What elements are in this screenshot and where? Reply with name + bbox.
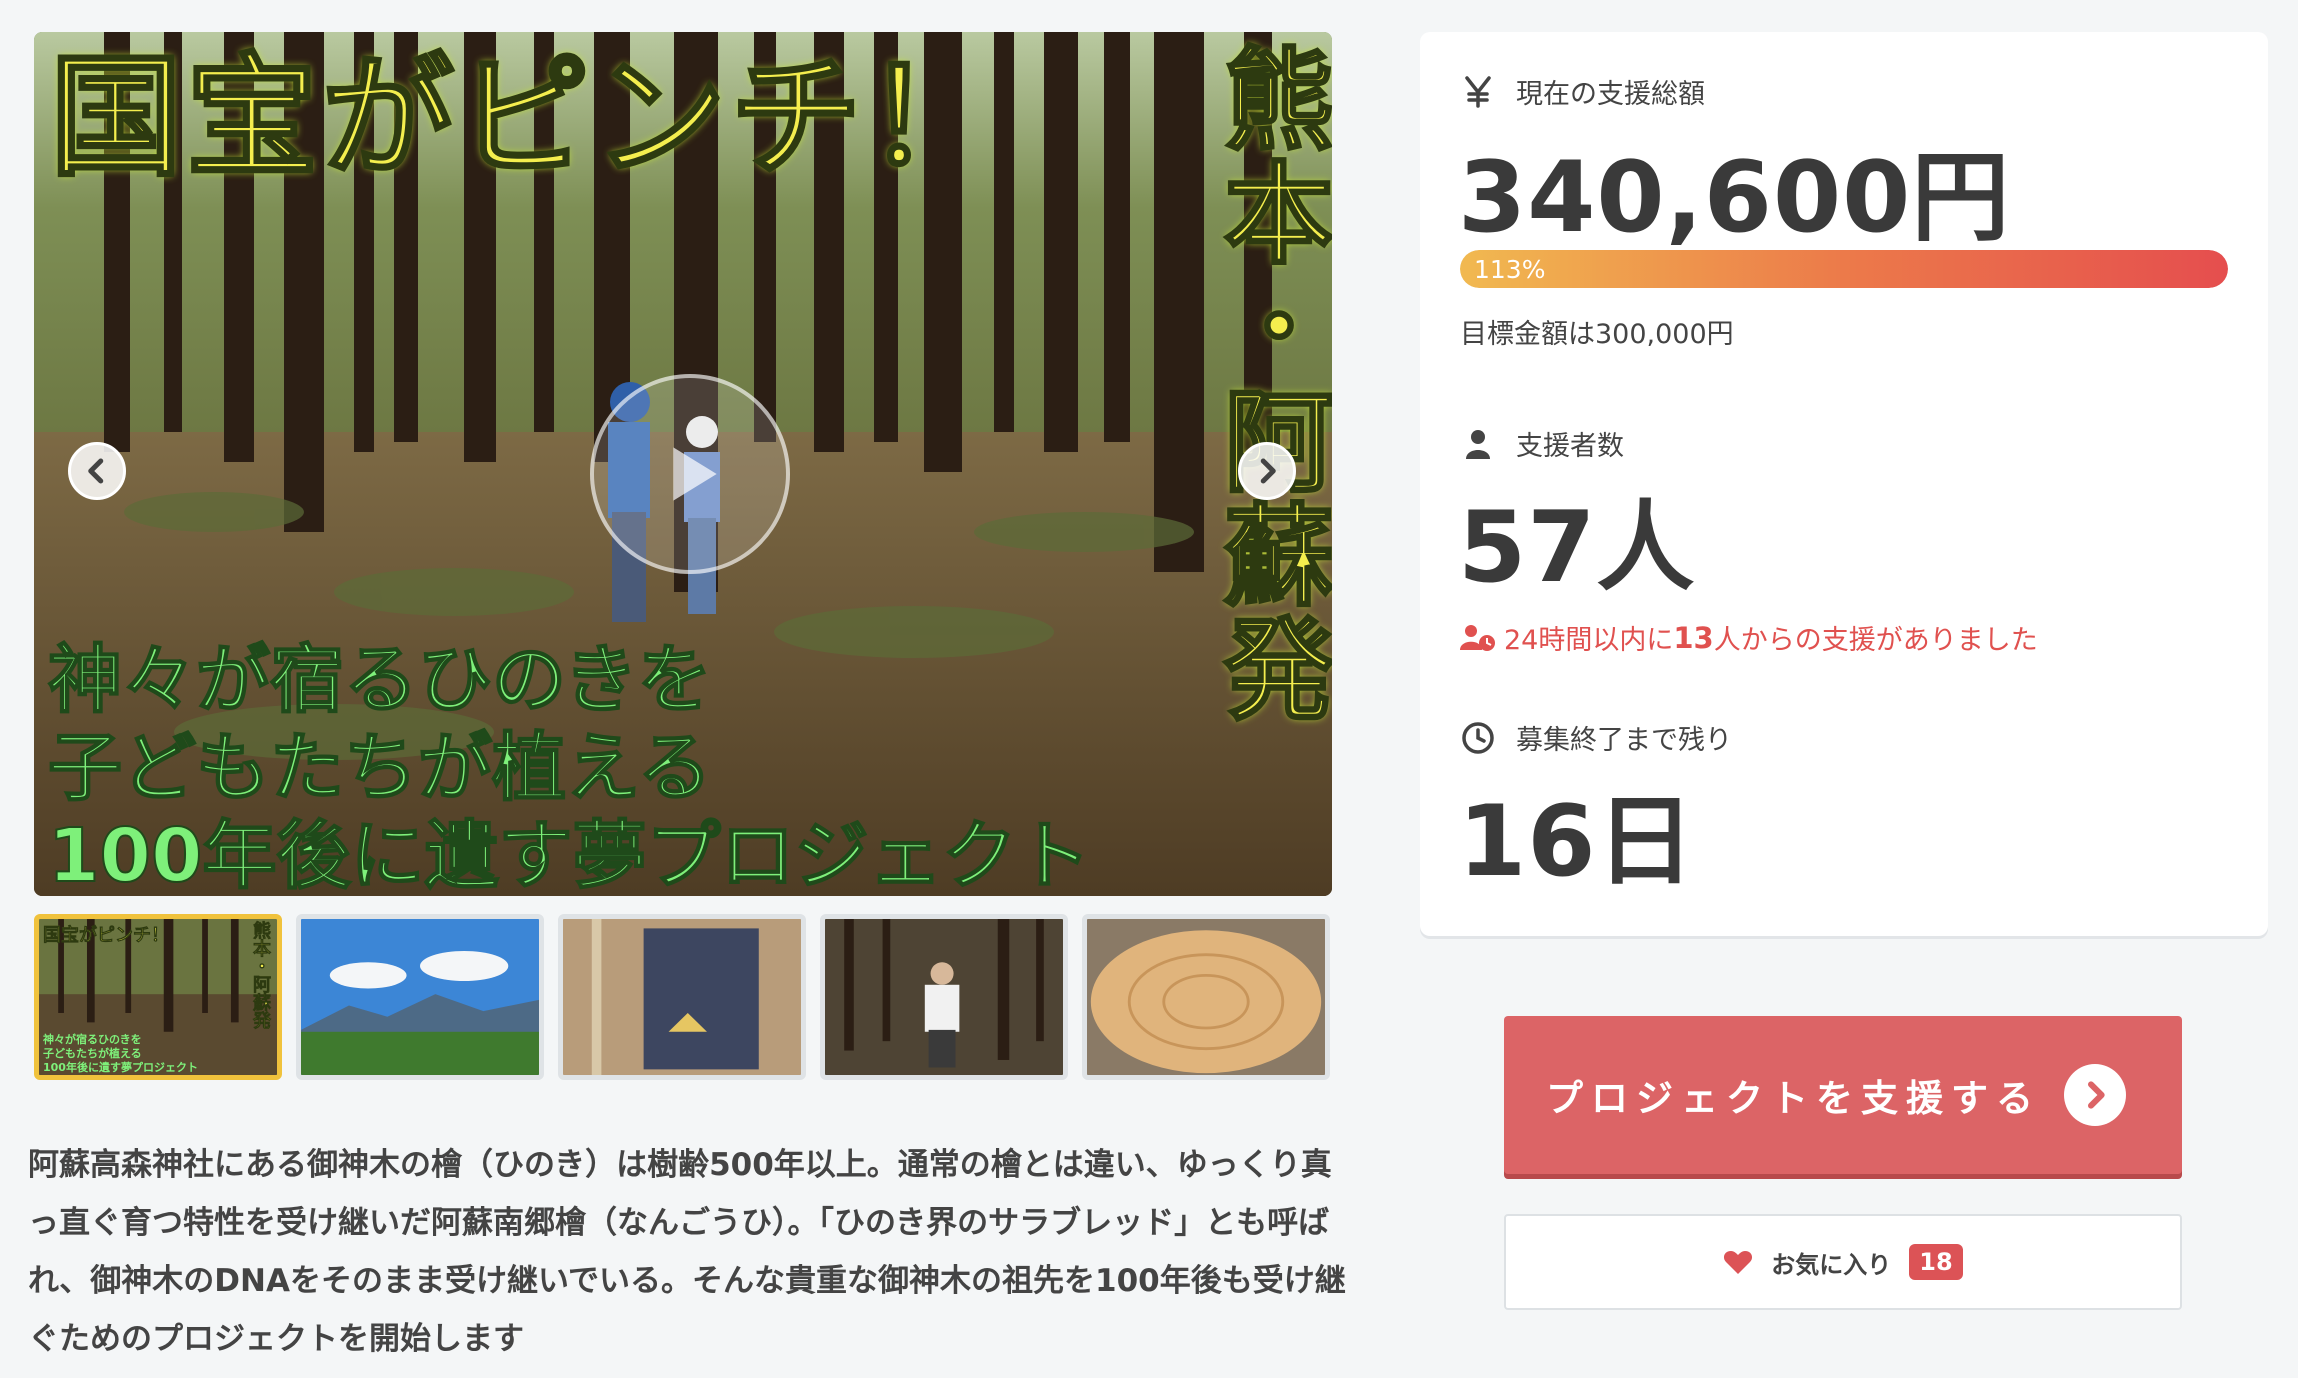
thumbnail-4[interactable] (820, 914, 1068, 1080)
chevron-right-circle-icon (2064, 1064, 2126, 1126)
total-funding-label-text: 現在の支援総額 (1516, 79, 1705, 110)
heart-icon (1724, 1251, 1753, 1274)
chevron-left-icon (88, 458, 104, 484)
thumbnail-vertical-title: 熊本・阿蘇発 (250, 921, 272, 1030)
funding-goal: 目標金額は300,000円 (1460, 319, 1734, 350)
remaining-time-value: 16日 (1458, 785, 1696, 899)
supporters-label: 支援者数 (1460, 424, 1624, 463)
supporters-label-text: 支援者数 (1516, 431, 1624, 462)
thumbnail-subtitle-line: 神々が宿るひのきを (43, 1033, 142, 1046)
play-icon (673, 447, 717, 501)
chevron-right-icon (1260, 458, 1276, 484)
favorite-button[interactable]: お気に入り 18 (1504, 1214, 2182, 1310)
total-funding-value: 340,600円 (1458, 141, 2011, 255)
play-video-button[interactable] (590, 374, 790, 574)
funding-progress-fill: 113% (1460, 250, 2228, 288)
hero-title: 国宝がピンチ！ (49, 41, 1002, 195)
thumbnail-subtitle-line: 子どもたちが植える (43, 1047, 142, 1060)
hero-subtitle: 神々が宿るひのきを 子どもたちが植える 100年後に遺す夢プロジェクト (47, 636, 1091, 896)
support-project-label: プロジェクトを支援する (1546, 1077, 2041, 1120)
next-slide-button[interactable] (1238, 442, 1296, 500)
recent-support-count: 13 (1673, 620, 1714, 655)
hero-subtitle-line: 100年後に遺す夢プロジェクト (47, 812, 1091, 896)
thumbnail-subtitle-line: 100年後に遺す夢プロジェクト (43, 1061, 198, 1074)
thumbnail-strip: 国宝がピンチ！ 熊本・阿蘇発 神々が宿るひのきを 子どもたちが植える 100年後… (34, 914, 1330, 1080)
support-project-button[interactable]: プロジェクトを支援する (1504, 1016, 2182, 1174)
supporters-value: 57人 (1458, 491, 1696, 605)
mountain-landscape-image (301, 919, 539, 1075)
hero-subtitle-line: 神々が宿るひのきを (47, 636, 713, 724)
funding-progress-text: 113% (1474, 254, 1546, 284)
remaining-time-label-text: 募集終了まで残り (1516, 725, 1732, 756)
funding-progress-bar: 113% (1460, 250, 2228, 288)
thumbnail-2[interactable] (296, 914, 544, 1080)
recent-support-notice: 24時間以内に 13 人からの支援がありました (1460, 618, 2038, 657)
recent-support-suffix: 人からの支援がありました (1713, 625, 2038, 656)
favorite-count-badge: 18 (1909, 1244, 1963, 1280)
recent-supporter-icon (1460, 624, 1495, 651)
remaining-time-label: 募集終了まで残り (1460, 718, 1732, 757)
person-icon (1460, 426, 1496, 462)
thumbnail-title: 国宝がピンチ！ (43, 925, 170, 947)
hero-vertical-title: 熊本・阿蘇発 (1204, 41, 1333, 728)
project-description: 阿蘇高森神社にある御神木の檜（ひのき）は樹齢500年以上。通常の檜とは違い、ゆっ… (28, 1147, 1346, 1357)
favorite-label: お気に入り (1771, 1250, 1892, 1279)
prev-slide-button[interactable] (68, 442, 126, 500)
tree-stump-image (1087, 919, 1325, 1075)
banner-flag-image (563, 919, 801, 1075)
yen-icon (1460, 74, 1496, 110)
thumbnail-subtitle: 神々が宿るひのきを 子どもたちが植える 100年後に遺す夢プロジェクト (43, 1033, 198, 1075)
thumbnail-5[interactable] (1082, 914, 1330, 1080)
thumbnail-3[interactable] (558, 914, 806, 1080)
thumbnail-1[interactable]: 国宝がピンチ！ 熊本・阿蘇発 神々が宿るひのきを 子どもたちが植える 100年後… (34, 914, 282, 1080)
stats-card: 現在の支援総額 340,600円 113% 目標金額は300,000円 支援者数… (1420, 32, 2268, 936)
recent-support-prefix: 24時間以内に (1504, 625, 1674, 656)
person-in-forest-image (825, 919, 1063, 1075)
total-funding-label: 現在の支援総額 (1460, 72, 1705, 111)
hero-subtitle-line: 子どもたちが植える (47, 724, 713, 812)
hero-media[interactable]: 国宝がピンチ！ 熊本・阿蘇発 神々が宿るひのきを 子どもたちが植える 100年後… (34, 32, 1332, 896)
clock-icon (1460, 720, 1496, 756)
